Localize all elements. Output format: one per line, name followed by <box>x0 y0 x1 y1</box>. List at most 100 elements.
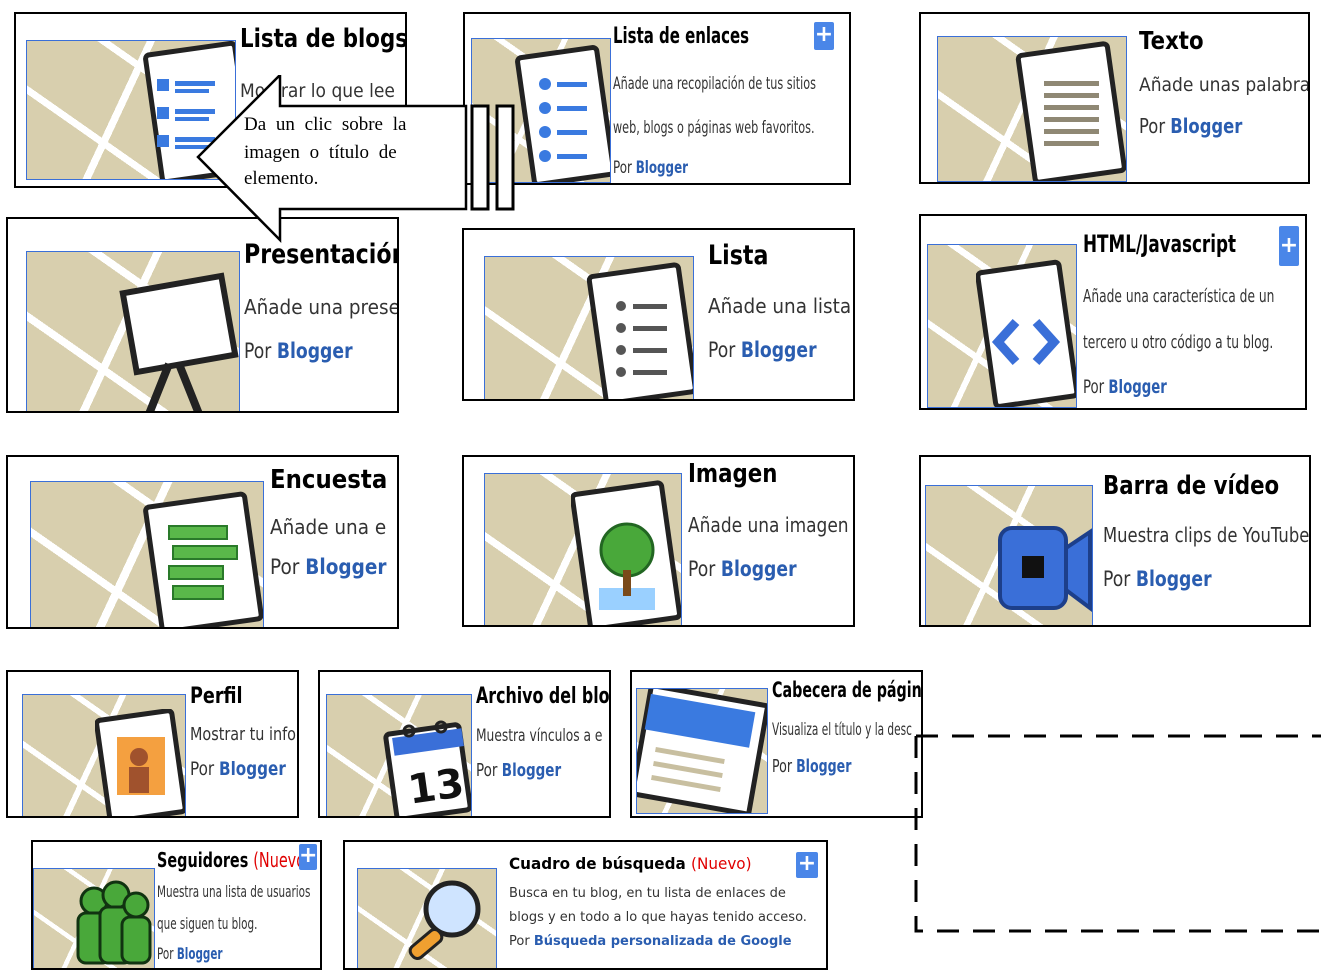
poll-icon <box>143 491 263 627</box>
gadget-thumbnail[interactable] <box>484 473 682 625</box>
gadget-author: Por Blogger <box>270 555 387 579</box>
author-link[interactable]: Blogger <box>1170 114 1242 138</box>
gadget-perfil[interactable]: Perfil Mostrar tu info Por Blogger <box>6 670 299 818</box>
video-camera-icon <box>998 526 1092 612</box>
callout-line: Da un clic sobre la <box>244 114 407 135</box>
code-icon <box>976 259 1076 407</box>
gadget-thumbnail[interactable] <box>33 868 155 968</box>
gadget-lista-de-enlaces[interactable]: Lista de enlaces + Añade una recopilació… <box>463 12 851 185</box>
author-link[interactable]: Blogger <box>177 944 223 963</box>
gadget-title[interactable]: Cuadro de búsqueda (Nuevo) <box>509 854 752 873</box>
gadget-title-text[interactable]: Seguidores <box>157 848 248 872</box>
gadget-description: tercero u otro código a tu blog. <box>1083 332 1274 353</box>
gadget-thumbnail[interactable] <box>925 485 1093 625</box>
gadget-author: Por Blogger <box>688 557 797 581</box>
add-gadget-button[interactable]: + <box>796 852 818 878</box>
gadget-thumbnail[interactable] <box>484 256 694 399</box>
gadget-thumbnail[interactable] <box>30 481 264 627</box>
gadget-author: Por Blogger <box>772 756 851 777</box>
author-link[interactable]: Blogger <box>1136 567 1212 591</box>
callout-line: imagen o título de <box>244 142 397 163</box>
gadget-barra-de-video[interactable]: Barra de vídeo Muestra clips de YouTube … <box>919 455 1311 627</box>
dashed-outline <box>914 734 1321 933</box>
gadget-cabecera-de-pagina[interactable]: Cabecera de página Visualiza el título y… <box>630 670 923 818</box>
gadget-description: que siguen tu blog. <box>157 914 258 933</box>
gadget-title[interactable]: Texto <box>1139 26 1204 55</box>
gadget-title[interactable]: Archivo del blog <box>476 684 609 709</box>
gadget-cuadro-de-busqueda[interactable]: Cuadro de búsqueda (Nuevo) + Busca en tu… <box>343 840 828 970</box>
calendar-icon: 13 <box>383 720 471 816</box>
author-link[interactable]: Blogger <box>1108 376 1166 398</box>
by-label: Por <box>708 338 736 362</box>
by-label: Por <box>613 158 632 178</box>
gadget-thumbnail[interactable] <box>357 868 497 968</box>
gadget-title[interactable]: Barra de vídeo <box>1103 471 1279 501</box>
gadget-thumbnail[interactable] <box>26 251 240 411</box>
author-link[interactable]: Blogger <box>502 760 561 781</box>
followers-icon <box>76 880 152 965</box>
author-link[interactable]: Blogger <box>305 555 386 579</box>
page-header-icon <box>637 689 767 813</box>
gadget-texto[interactable]: Texto Añade unas palabras Por Blogger <box>919 12 1310 184</box>
gadget-author: Por Blogger <box>244 339 353 363</box>
author-link[interactable]: Búsqueda personalizada de Google <box>534 934 792 949</box>
by-label: Por <box>1139 114 1166 138</box>
gadget-thumbnail[interactable] <box>927 244 1077 408</box>
gadget-thumbnail[interactable] <box>636 688 768 814</box>
author-link[interactable]: Blogger <box>219 758 286 780</box>
by-label: Por <box>688 557 716 581</box>
gadget-archivo-del-blog[interactable]: 13 Archivo del blog Muestra vínculos a e… <box>318 670 611 818</box>
gadget-title[interactable]: Imagen <box>688 459 777 489</box>
by-label: Por <box>772 756 793 777</box>
add-gadget-button[interactable]: + <box>1279 226 1299 266</box>
gadget-thumbnail[interactable]: 13 <box>326 694 472 816</box>
by-label: Por <box>1083 376 1105 398</box>
gadget-author: Por Blogger <box>708 338 817 362</box>
gadget-author: Por Blogger <box>157 944 223 963</box>
by-label: Por <box>190 758 215 780</box>
by-label: Por <box>1103 567 1131 591</box>
gadget-author: Por Blogger <box>1083 376 1167 398</box>
gadget-description: Añade una característica de un <box>1083 286 1275 307</box>
author-link[interactable]: Blogger <box>741 338 817 362</box>
add-gadget-button[interactable]: + <box>299 844 317 870</box>
calendar-day: 13 <box>405 760 467 813</box>
gadget-seguidores[interactable]: Seguidores (Nuevo) + Muestra una lista d… <box>31 840 322 970</box>
gadget-author: Por Blogger <box>476 760 561 781</box>
by-label: Por <box>476 760 498 781</box>
author-link[interactable]: Blogger <box>796 756 851 777</box>
gadget-html-javascript[interactable]: HTML/Javascript + Añade una característi… <box>919 214 1307 410</box>
gadget-description: Añade una e <box>270 515 387 539</box>
gadget-title[interactable]: Perfil <box>190 684 243 709</box>
gadget-title-text[interactable]: Cuadro de búsqueda <box>509 854 686 873</box>
gadget-title[interactable]: Seguidores (Nuevo) <box>157 848 311 872</box>
gadget-title[interactable]: Lista <box>708 240 768 271</box>
gadget-thumbnail[interactable] <box>22 694 186 816</box>
gadget-description: blogs y en todo a lo que hayas tenido ac… <box>509 910 807 925</box>
author-link[interactable]: Blogger <box>636 158 688 178</box>
gadget-imagen[interactable]: Imagen Añade una imagen Por Blogger <box>462 455 855 627</box>
callout-line: elemento. <box>244 168 319 189</box>
gadget-title[interactable]: HTML/Javascript <box>1083 230 1236 258</box>
author-link[interactable]: Blogger <box>721 557 797 581</box>
gadget-description: Visualiza el título y la desc <box>772 720 912 740</box>
add-gadget-button[interactable]: + <box>814 22 834 50</box>
gadget-author: Por Búsqueda personalizada de Google <box>509 934 792 949</box>
slideshow-icon <box>119 272 239 411</box>
author-link[interactable]: Blogger <box>277 339 353 363</box>
gadget-description: Muestra una lista de usuarios <box>157 882 311 901</box>
gadget-title[interactable]: Lista de enlaces <box>613 24 749 49</box>
gadget-title[interactable]: Cabecera de página <box>772 678 921 702</box>
tree-image-icon <box>571 480 681 625</box>
gadget-description: Añade una recopilación de tus sitios <box>613 74 816 94</box>
link-list-icon <box>515 45 610 182</box>
gadget-thumbnail[interactable] <box>937 36 1127 182</box>
gadget-description: Añade una imagen <box>688 513 849 537</box>
gadget-encuesta[interactable]: Encuesta Añade una e Por Blogger <box>6 455 399 629</box>
gadget-description: Añade una prese <box>244 295 399 319</box>
text-quote-icon <box>1015 41 1126 181</box>
gadget-description: web, blogs o páginas web favoritos. <box>613 118 815 138</box>
gadget-author: Por Blogger <box>1103 567 1212 591</box>
gadget-title[interactable]: Encuesta <box>270 465 387 495</box>
gadget-title[interactable]: Lista de blogs <box>240 24 405 54</box>
